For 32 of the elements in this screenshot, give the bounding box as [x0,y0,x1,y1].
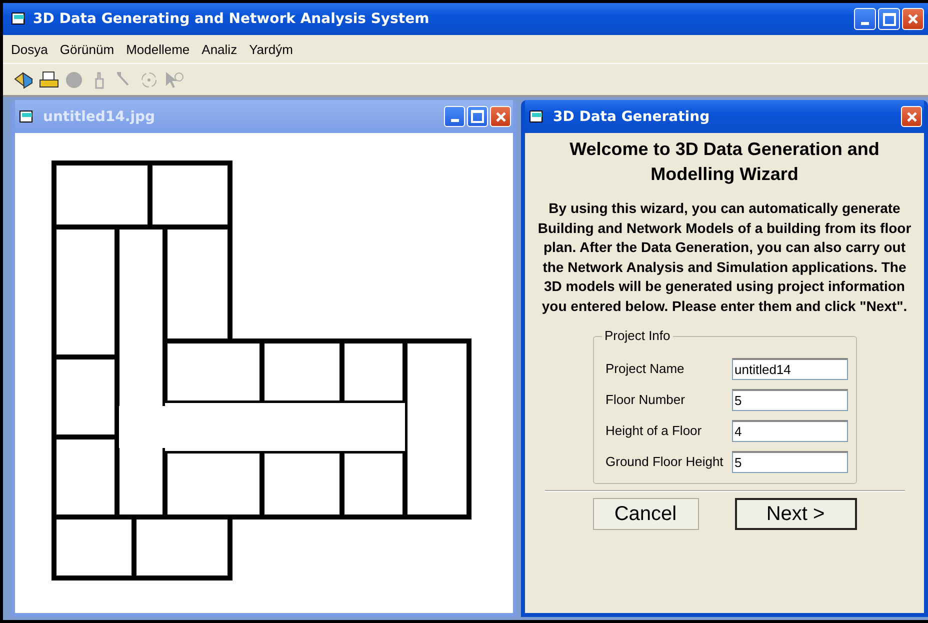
close-icon [907,13,919,25]
close-button[interactable] [901,106,922,127]
menu-item[interactable]: Görünüm [60,42,114,56]
menu-item[interactable]: Yardým [249,42,293,56]
input-field[interactable]: 5 [732,388,848,410]
close-icon [906,110,918,122]
window-title: 3D Data Generating and Network Analysis System [33,11,430,27]
document-icon [19,110,35,124]
wizard-title: 3D Data Generating [553,108,710,124]
image-window-title: untitled14.jpg [43,108,156,124]
printer-icon[interactable] [38,70,60,90]
menu-item[interactable]: Dosya [11,42,48,56]
field-label: Ground Floor Height [606,454,724,469]
field-label: Floor Number [606,392,685,407]
close-button[interactable] [902,8,924,30]
minimize-button[interactable] [854,8,876,30]
input-field[interactable]: 4 [732,420,848,442]
input-field[interactable]: 5 [732,450,848,472]
group-title: Project Info [602,328,674,343]
close-icon [494,110,506,122]
maximize-button[interactable] [878,8,900,30]
field-label: Height of a Floor [606,423,702,438]
input-field[interactable]: untitled14 [732,358,848,380]
next-button[interactable]: Next > [734,498,856,530]
document-icon [529,110,545,124]
menu-item[interactable]: Analiz [202,42,238,56]
menu-item[interactable]: Modelleme [126,42,190,56]
field-label: Project Name [606,361,684,376]
wizard-heading: Welcome to 3D Data Generation and Modelling Wizard [568,138,880,186]
cancel-button[interactable]: Cancel [592,498,698,530]
wizard-intro: By using this wizard, you can automatically generate Building and Network Models of a building from its floor plan. After the Data Generation, you can also carry out the Network Analysis and Simulation applications. The 3D models will be generated using project information you entered below. Please enter them and click "Next". [536,199,912,316]
window-icon [11,12,27,26]
